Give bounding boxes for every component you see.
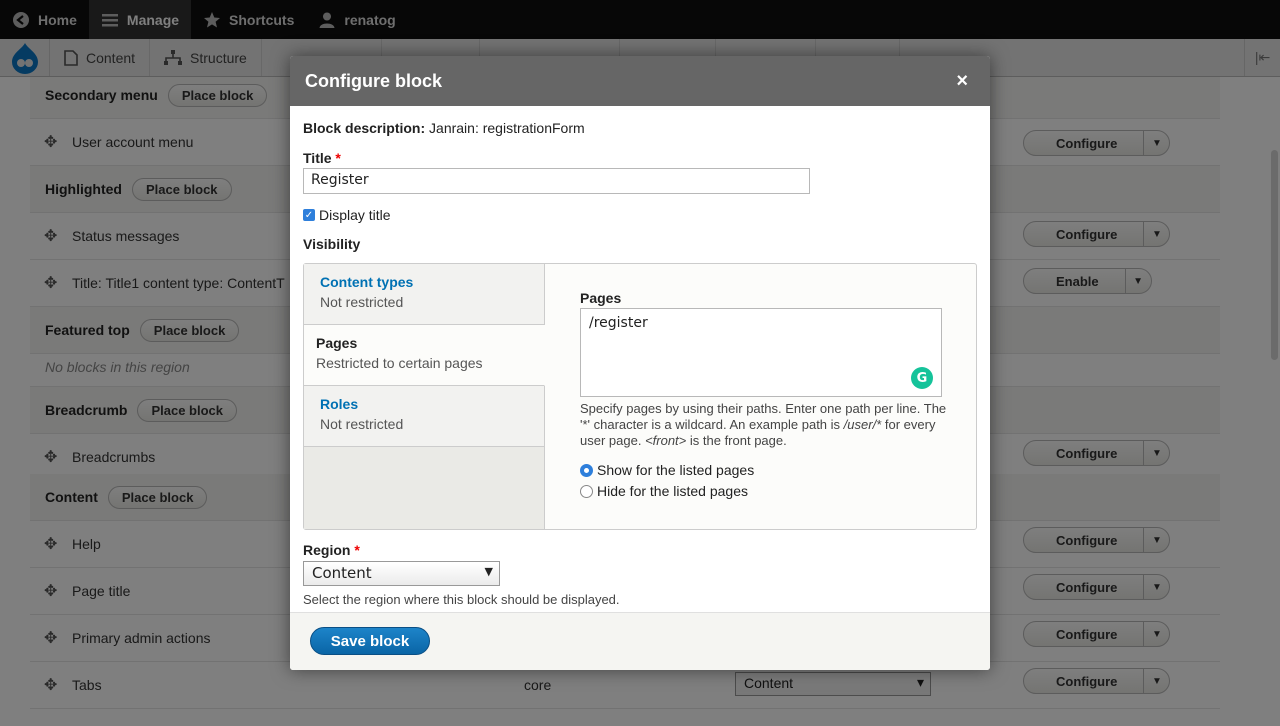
hide-listed-pages-label: Hide for the listed pages	[597, 483, 748, 499]
region-label-text: Region	[303, 542, 351, 558]
vertical-tab-pages[interactable]: Pages Restricted to certain pages	[304, 325, 545, 386]
vertical-tab-summary: Not restricted	[320, 294, 404, 310]
vertical-tab-summary: Restricted to certain pages	[316, 355, 483, 371]
hide-listed-pages-radio[interactable]	[580, 484, 593, 498]
region-field: Region * Content ▼ Select the region whe…	[303, 542, 620, 607]
required-marker: *	[335, 150, 341, 166]
vertical-tab-content-types[interactable]: Content types Not restricted	[304, 264, 544, 325]
visibility-heading: Visibility	[303, 236, 361, 252]
pages-help-example: /user/*	[843, 417, 882, 432]
show-listed-pages-label: Show for the listed pages	[597, 462, 755, 478]
title-field-label: Title *	[303, 150, 977, 166]
vertical-tab-title[interactable]: Content types	[320, 274, 528, 290]
pages-help-part: is the front page.	[689, 433, 787, 448]
pages-field-label: Pages	[580, 290, 622, 306]
display-title-row: ✓ Display title	[303, 207, 977, 223]
vertical-tab-title[interactable]: Pages	[316, 335, 528, 351]
dialog-button-pane: Save block	[290, 612, 990, 670]
vertical-tab-summary: Not restricted	[320, 416, 404, 432]
region-help-text: Select the region where this block shoul…	[303, 592, 620, 607]
save-block-button[interactable]: Save block	[310, 627, 430, 655]
configure-block-dialog: Configure block × Block description: Jan…	[290, 56, 990, 670]
display-title-label: Display title	[319, 207, 391, 223]
show-listed-pages-radio[interactable]	[580, 463, 593, 477]
page-scrollbar[interactable]	[1271, 150, 1278, 360]
title-label-text: Title	[303, 150, 332, 166]
grammarly-icon[interactable]: G	[911, 367, 933, 389]
required-marker: *	[354, 542, 360, 558]
dialog-body: Block description: Janrain: registration…	[290, 106, 990, 612]
display-title-checkbox[interactable]: ✓	[303, 209, 315, 221]
region-field-label: Region *	[303, 542, 620, 558]
hide-listed-pages-option[interactable]: Hide for the listed pages	[580, 483, 950, 499]
show-listed-pages-option[interactable]: Show for the listed pages	[580, 462, 950, 478]
dialog-titlebar: Configure block ×	[290, 56, 990, 106]
pages-textarea-value: /register	[589, 315, 648, 331]
close-icon[interactable]: ×	[956, 70, 968, 93]
pages-help-text: Specify pages by using their paths. Ente…	[580, 401, 950, 449]
chevron-down-icon: ▼	[484, 565, 493, 578]
dialog-title: Configure block	[305, 70, 443, 91]
pages-textarea[interactable]: /register G	[580, 308, 942, 397]
region-select-value: Content	[312, 564, 372, 582]
title-input[interactable]: Register	[303, 168, 810, 194]
vertical-tab-title[interactable]: Roles	[320, 396, 528, 412]
visibility-vertical-tabs: Content types Not restricted Pages Restr…	[303, 263, 977, 530]
vertical-tab-list: Content types Not restricted Pages Restr…	[304, 264, 545, 529]
pages-tab-pane: Pages /register G Specify pages by using…	[580, 290, 950, 499]
pages-help-front: <front>	[645, 433, 687, 448]
block-description-value: Janrain: registrationForm	[429, 120, 585, 136]
vertical-tab-roles[interactable]: Roles Not restricted	[304, 386, 544, 447]
block-description-label: Block description:	[303, 120, 426, 136]
region-select[interactable]: Content ▼	[303, 561, 500, 586]
block-description: Block description: Janrain: registration…	[303, 120, 977, 136]
